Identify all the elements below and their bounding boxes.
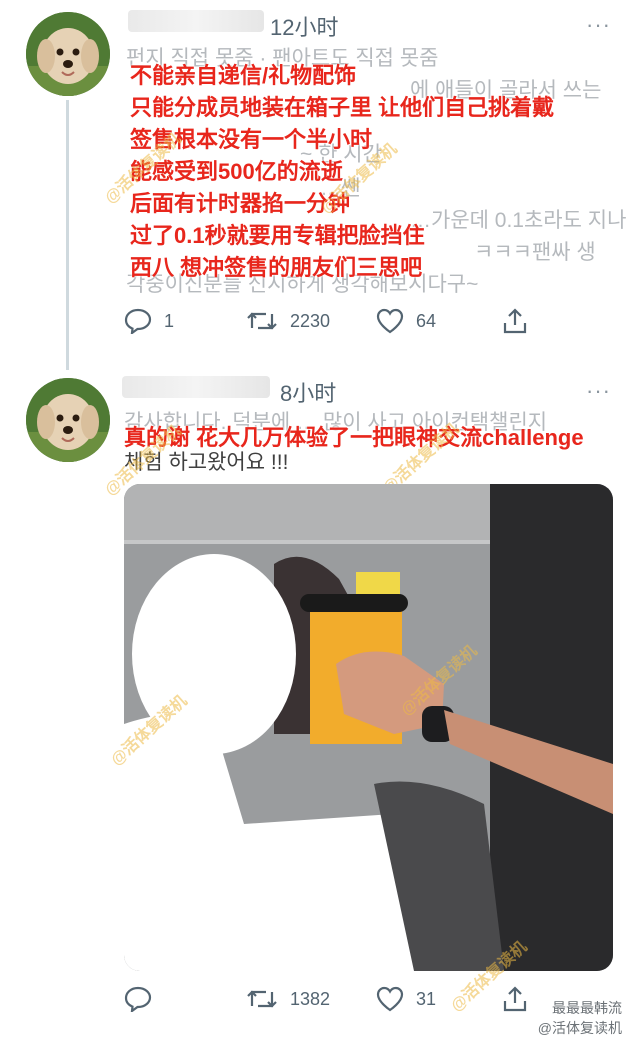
more-icon[interactable]: ··· [586, 12, 611, 38]
tweet-time: 12小时 [270, 15, 339, 40]
ghost-line: ㅋㅋㅋ팬싸 생 [474, 241, 596, 264]
overlay-caption: 过了0.1秒就要用专辑把脸挡住 [130, 223, 425, 248]
reply-icon [124, 308, 152, 334]
share-button[interactable] [502, 306, 528, 336]
overlay-caption: 只能分成员地装在箱子里 让他们自己挑着戴 [130, 95, 555, 120]
tweet-photo[interactable] [124, 484, 613, 971]
overlay-caption: 西八 想冲签售的朋友们三思吧 [130, 255, 423, 280]
tweet-actions: 1 2230 64 [124, 306, 544, 336]
tweet-1[interactable]: 12小时 ··· 펀지 직접 못줌 · 팬아트도 직접 못줌 에 애들이 골라서… [0, 0, 640, 370]
ghost-line: …가운데 0.1초라도 지나 [410, 209, 627, 232]
like-button[interactable]: 64 [376, 306, 436, 336]
overlay-caption: 真的谢 花大几万体验了一把眼神交流challenge [124, 425, 584, 450]
dog-avatar-icon [26, 378, 110, 462]
thread-line [66, 100, 69, 370]
weibo-account-name: 最最最韩流 [552, 1000, 622, 1016]
more-icon[interactable]: ··· [586, 378, 611, 404]
like-icon [376, 986, 404, 1012]
weibo-watermark: 最最最韩流 @活体复读机 [538, 998, 622, 1038]
avatar[interactable] [26, 12, 110, 96]
retweet-icon [247, 990, 277, 1008]
tweet-time: 8小时 [280, 381, 337, 406]
retweet-button[interactable]: 1382 [246, 984, 330, 1014]
retweet-button[interactable]: 2230 [246, 306, 330, 336]
retweet-icon [247, 312, 277, 330]
dog-avatar-icon [26, 12, 110, 96]
like-button[interactable]: 31 [376, 984, 436, 1014]
reply-count: 1 [164, 310, 175, 331]
author-name-redacted[interactable] [128, 10, 264, 32]
retweet-count: 1382 [290, 988, 331, 1009]
share-icon [503, 986, 527, 1012]
tweet-actions: 1382 31 [124, 984, 544, 1014]
reply-button[interactable]: 1 [124, 306, 174, 336]
like-count: 64 [416, 310, 437, 331]
weibo-account-handle: @活体复读机 [537, 1020, 622, 1036]
tweet-2[interactable]: 8小时 ··· 감사합니다. 덕분에 … 많이 사고 아이컨택챌린지 체험 하고… [0, 370, 640, 1037]
share-icon [503, 308, 527, 334]
share-button[interactable] [502, 984, 528, 1014]
photo-image [124, 484, 613, 971]
author-name-redacted[interactable] [122, 376, 270, 398]
avatar[interactable] [26, 378, 110, 462]
reply-icon [124, 986, 152, 1012]
retweet-count: 2230 [290, 310, 331, 331]
like-count: 31 [416, 988, 437, 1009]
like-icon [376, 308, 404, 334]
reply-button[interactable] [124, 984, 164, 1014]
overlay-caption: 不能亲自递信/礼物配饰 [130, 63, 357, 88]
